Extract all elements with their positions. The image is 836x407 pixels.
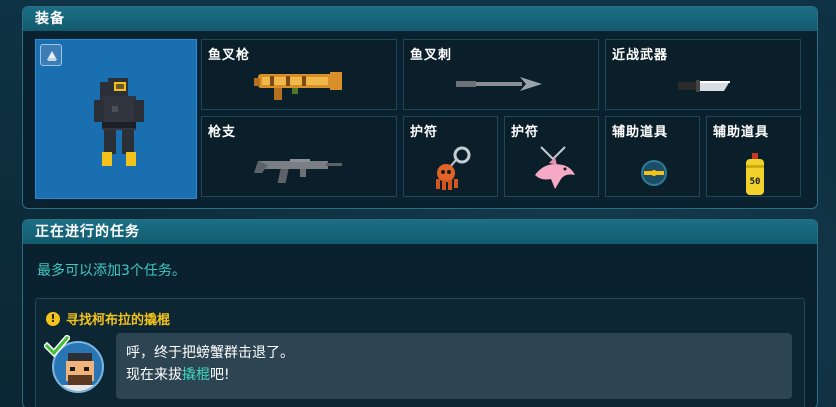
dialog-line-1: 呼，终于把螃蟹群击退了。: [126, 345, 294, 361]
quest-title-row: ! 寻找柯布拉的撬棍: [46, 309, 170, 328]
slot-label: 护符: [511, 125, 540, 140]
slot-accessory-2[interactable]: 辅助道具 50: [706, 116, 801, 197]
knife-icon: [678, 80, 730, 92]
slot-accessory-1[interactable]: 辅助道具: [605, 116, 700, 197]
dialog-text: 吧!: [210, 367, 230, 383]
octopus-charm-icon: [436, 146, 471, 190]
slot-label: 近战武器: [612, 48, 669, 63]
slot-label: 枪支: [208, 125, 237, 140]
equipment-header: 装备: [23, 7, 817, 31]
equipment-panel: 装备 鱼叉枪 鱼叉刺 近战武器 枪支 护符 护符 辅助道具 辅助道具 50: [22, 6, 818, 209]
check-icon: [44, 335, 70, 357]
dialog-bubble: 呼，终于把螃蟹群击退了。 现在来拔撬棍吧!: [116, 333, 792, 399]
missions-header: 正在进行的任务: [23, 220, 817, 244]
missions-panel: 正在进行的任务 最多可以添加3个任务。 ! 寻找柯布拉的撬棍 呼，终于把螃蟹群击…: [22, 219, 818, 407]
slot-charm-2[interactable]: 护符: [504, 116, 599, 197]
dialog-line-2: 现在来拔撬棍吧!: [126, 364, 782, 386]
oxygen-tank-icon: 50: [746, 153, 764, 195]
slot-firearm[interactable]: 枪支: [201, 116, 397, 197]
slot-label: 鱼叉枪: [208, 48, 251, 63]
slot-label: 护符: [410, 125, 439, 140]
character-preview[interactable]: [35, 39, 197, 199]
exclamation-icon: !: [46, 311, 60, 326]
slot-label: 鱼叉刺: [410, 48, 453, 63]
quest-title: 寻找柯布拉的撬棍: [66, 313, 171, 328]
harpoon-spear-icon: [456, 77, 542, 91]
missions-hint: 最多可以添加3个任务。: [37, 263, 186, 279]
dolphin-charm-icon: [535, 146, 575, 189]
slot-melee-weapon[interactable]: 近战武器: [605, 39, 801, 110]
tank-number-label: 50: [750, 177, 761, 187]
slot-label: 辅助道具: [612, 125, 669, 140]
slot-harpoon-gun[interactable]: 鱼叉枪: [201, 39, 397, 110]
rifle-icon: [254, 159, 342, 183]
slot-charm-1[interactable]: 护符: [403, 116, 498, 197]
slot-label: 辅助道具: [713, 125, 770, 140]
dialog-text: 现在来拔: [126, 367, 182, 383]
highlight-keyword: 撬棍: [182, 367, 210, 383]
harpoon-gun-icon: [254, 72, 342, 100]
diver-character-icon: [94, 78, 144, 166]
slot-harpoon-spear[interactable]: 鱼叉刺: [403, 39, 599, 110]
net-orb-icon: [641, 160, 667, 186]
quest-card[interactable]: ! 寻找柯布拉的撬棍 呼，终于把螃蟹群击退了。 现在来拔撬棍吧!: [35, 298, 805, 407]
